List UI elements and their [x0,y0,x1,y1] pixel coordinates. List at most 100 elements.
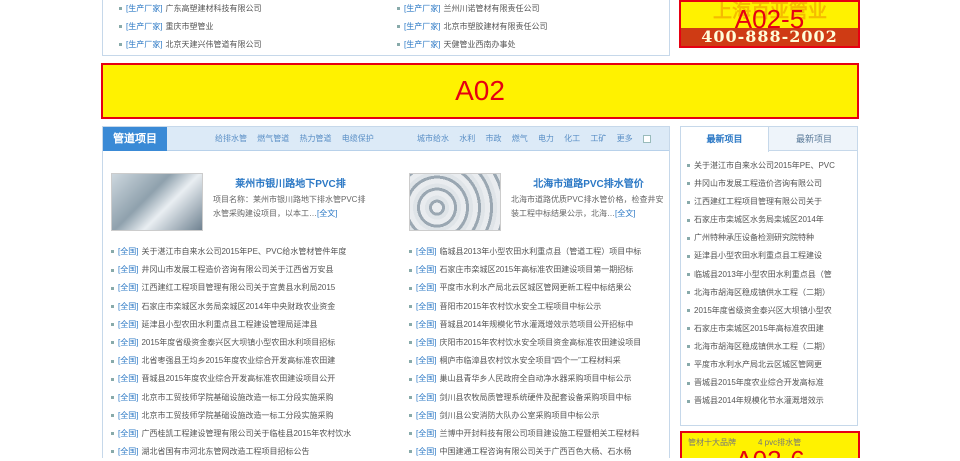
list-item-link[interactable]: 北京市工贸技师学院基础设施改造一标工分段实施采购 [141,411,333,420]
list-item-link[interactable]: 石家庄市栾城区水务局栾城区2014年 [694,215,824,224]
ad-slot-a02-6[interactable]: 管材十大品牌4 pvc排水管 A02-6 [680,431,860,458]
list-item[interactable]: [生产厂家] 天健管业西南办事处 [389,36,659,54]
category-tag[interactable]: [全国] [118,338,138,347]
list-item-link[interactable]: 延津县小型农田水利重点县工程建设管理局延津县 [141,320,317,329]
subtab[interactable]: 市政 [485,134,501,143]
list-item[interactable]: 延津县小型农田水利重点县工程建设 [681,247,857,265]
category-tag[interactable]: [全国] [416,429,436,438]
list-item-link[interactable]: 桐庐市临漳县农村饮水安全项目“四个一”工程材料采 [439,356,620,365]
list-item-link[interactable]: 晋阳市2015年农村饮水安全工程项目中标公示 [439,302,601,311]
tab-recommended[interactable]: 最新项目 [681,127,769,152]
tab-latest[interactable]: 最新项目 [770,127,858,151]
subtab[interactable]: 给排水管 [215,134,247,143]
list-item-link[interactable]: 巢山县青华乡人民政府全自动净水器采购项目中标公示 [439,374,631,383]
featured-image[interactable] [111,173,203,231]
list-item-link[interactable]: 兰州川诺管材有限责任公司 [443,4,539,13]
list-item[interactable]: [生产厂家] 北京市塑胶建材有限责任公司 [389,18,659,36]
list-item-link[interactable]: 临城县2013年小型农田水利重点县（管道工程）项目中标 [439,247,641,256]
category-tag[interactable]: [全国] [118,447,138,456]
category-tag[interactable]: [全国] [416,374,436,383]
category-tag[interactable]: [全国] [118,247,138,256]
list-item-link[interactable]: 重庆市塑管业 [165,22,213,31]
category-tag[interactable]: [全国] [118,374,138,383]
list-item[interactable]: [全国] 晋阳市2015年农村饮水安全工程项目中标公示 [401,298,671,316]
list-item-link[interactable]: 临城县2013年小型农田水利重点县（管 [694,270,832,279]
featured-title[interactable]: 莱州市银川路地下PVC排 [213,175,368,190]
subtab[interactable]: 工矿 [590,134,606,143]
list-item[interactable]: [生产厂家] 北京天建兴伟管道有限公司 [111,36,381,54]
subtab[interactable]: 燃气 [512,134,528,143]
list-item-link[interactable]: 晋城县2014年规模化节水灌溉增效示范项目公开招标中 [439,320,633,329]
list-item-link[interactable]: 中国建通工程咨询有限公司关于广西百色大杨、石水杨 [439,447,631,456]
subtab[interactable]: 化工 [564,134,580,143]
list-item-link[interactable]: 北海市胡海区稳成镇供水工程（二期） [694,288,830,297]
category-tag[interactable]: [全国] [416,338,436,347]
list-item[interactable]: [全国] 北省枣强县王均乡2015年度农业综合开发高标准农田建 [103,352,373,370]
list-item[interactable]: [全国] 剑川县公安消防大队办公室采购项目中标公示 [401,407,671,425]
list-item[interactable]: [全国] 2015年度省级资金泰兴区大坝镇小型农田水利项目招标 [103,334,373,352]
category-tag[interactable]: [全国] [416,302,436,311]
list-item-link[interactable]: 江西建红工程项目管理有限公司关于宜黄县水利局2015 [141,283,335,292]
category-tag[interactable]: [生产厂家] [126,4,162,13]
featured-title[interactable]: 北海市道路PVC排水管价 [511,175,666,190]
list-item-link[interactable]: 兰博中开封料技有限公司项目建设施工程暨相关工程材料 [439,429,639,438]
list-item-link[interactable]: 广州特种承压设备检测研究院特种 [694,233,814,242]
list-item[interactable]: 石家庄市栾城区2015年高标准农田建 [681,320,857,338]
list-item-link[interactable]: 广西桂凯工程建设管理有限公司关于临桂县2015年农村饮水 [141,429,351,438]
list-item-link[interactable]: 天健管业西南办事处 [443,40,515,49]
list-item[interactable]: [全国] 湖北省国有市河北东管网改造工程项目招标公告 [103,443,373,461]
list-item[interactable]: [全国] 兰博中开封料技有限公司项目建设施工程暨相关工程材料 [401,425,671,443]
list-item[interactable]: [全国] 关于湛江市自来水公司2015年PE、PVC给水管材管件年度 [103,243,373,261]
panel-title[interactable]: 管道项目 [103,127,167,151]
list-item[interactable]: [全国] 临城县2013年小型农田水利重点县（管道工程）项目中标 [401,243,671,261]
category-tag[interactable]: [全国] [416,393,436,402]
list-item[interactable]: [全国] 江西建红工程项目管理有限公司关于宜黄县水利局2015 [103,279,373,297]
list-item-link[interactable]: 剑川县农牧局质管理系统硬件及配套设备采购项目中标 [439,393,631,402]
list-item[interactable]: [全国] 井冈山市发展工程造价咨询有限公司关于江西省万安县 [103,261,373,279]
list-item-link[interactable]: 北京市工贸技师学院基础设施改造一标工分段实施采购 [141,393,333,402]
category-tag[interactable]: [生产厂家] [404,4,440,13]
list-item-link[interactable]: 北京天建兴伟管道有限公司 [165,40,261,49]
list-item[interactable]: 平度市水利水产局北云区城区管网更 [681,356,857,374]
subtab[interactable]: 水利 [459,134,475,143]
list-item[interactable]: 临城县2013年小型农田水利重点县（管 [681,266,857,284]
featured-image[interactable] [409,173,501,231]
subtab[interactable]: 燃气管道 [257,134,289,143]
category-tag[interactable]: [全国] [416,447,436,456]
ad-banner-a02[interactable]: A02 [101,63,859,119]
list-item-link[interactable]: 2015年度省级资金泰兴区大坝镇小型农 [694,306,832,315]
list-item[interactable]: 2015年度省级资金泰兴区大坝镇小型农 [681,302,857,320]
list-item-link[interactable]: 井冈山市发展工程造价咨询有限公司关于江西省万安县 [141,265,333,274]
more-icon[interactable] [642,134,651,143]
category-tag[interactable]: [生产厂家] [404,22,440,31]
list-item[interactable]: [生产厂家] 兰州川诺管材有限责任公司 [389,0,659,18]
list-item-link[interactable]: 北京市塑胶建材有限责任公司 [443,22,547,31]
subtab[interactable]: 城市给水 [417,134,449,143]
category-tag[interactable]: [全国] [118,283,138,292]
list-item-link[interactable]: 江西建红工程项目管理有限公司关于 [694,197,822,206]
category-tag[interactable]: [全国] [416,320,436,329]
subtab[interactable]: 热力管道 [299,134,331,143]
list-item[interactable]: [全国] 中国建通工程咨询有限公司关于广西百色大杨、石水杨 [401,443,671,461]
list-item[interactable]: 晋城县2015年度农业综合开发高标准 [681,374,857,392]
list-item[interactable]: 晋城县2014年规模化节水灌溉增效示 [681,392,857,410]
list-item[interactable]: 江西建红工程项目管理有限公司关于 [681,193,857,211]
category-tag[interactable]: [全国] [416,247,436,256]
read-more-link[interactable]: [全文] [615,209,635,218]
list-item[interactable]: [全国] 平度市水利水产局北云区城区管网更新工程中标结果公 [401,279,671,297]
list-item[interactable]: 井冈山市发展工程造价咨询有限公司 [681,175,857,193]
list-item[interactable]: 广州特种承压设备检测研究院特种 [681,229,857,247]
list-item-link[interactable]: 石家庄市栾城区水务局栾城区2014年中央财政农业资金 [141,302,335,311]
category-tag[interactable]: [全国] [118,393,138,402]
subtab[interactable]: 电力 [538,134,554,143]
list-item[interactable]: 石家庄市栾城区水务局栾城区2014年 [681,211,857,229]
list-item[interactable]: [全国] 延津县小型农田水利重点县工程建设管理局延津县 [103,316,373,334]
category-tag[interactable]: [全国] [118,320,138,329]
category-tag[interactable]: [全国] [416,265,436,274]
list-item-link[interactable]: 庆阳市2015年农村饮水安全项目资金高标准农田建设项目 [439,338,641,347]
list-item[interactable]: [全国] 广西桂凯工程建设管理有限公司关于临桂县2015年农村饮水 [103,425,373,443]
subtab[interactable]: 电缆保护 [342,134,374,143]
list-item-link[interactable]: 北海市胡海区稳成镇供水工程（二期） [694,342,830,351]
list-item-link[interactable]: 平度市水利水产局北云区城区管网更 [694,360,822,369]
category-tag[interactable]: [全国] [416,283,436,292]
